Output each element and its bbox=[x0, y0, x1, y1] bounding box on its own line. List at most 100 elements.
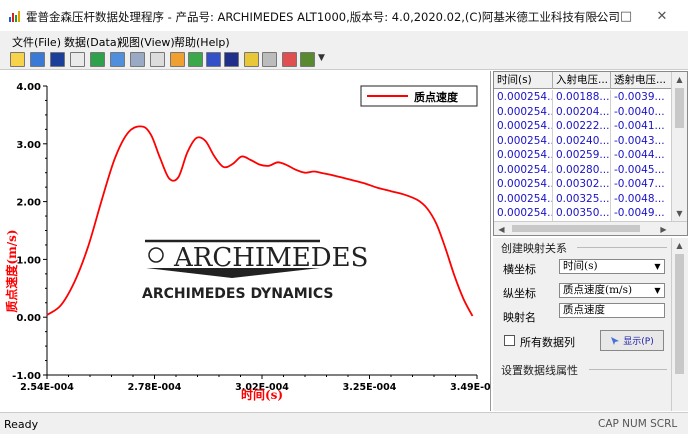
menu-help[interactable]: 帮助(Help) bbox=[174, 34, 230, 50]
import-icon[interactable] bbox=[90, 52, 105, 67]
table-cell[interactable]: 0.000254... bbox=[494, 162, 553, 177]
save-icon[interactable] bbox=[30, 52, 45, 67]
page-icon[interactable] bbox=[70, 52, 85, 67]
edit-icon[interactable] bbox=[282, 52, 297, 67]
table-cell[interactable]: 0.00204... bbox=[553, 104, 611, 119]
table-cell[interactable]: 0.00302... bbox=[553, 177, 611, 192]
table-row[interactable]: 0.000254... 0.00325... -0.0048... bbox=[494, 191, 672, 206]
column-header-time[interactable]: 时间(s) bbox=[494, 72, 553, 89]
table-row[interactable]: 0.000254... 0.00350... -0.0049... bbox=[494, 206, 672, 221]
scroll-thumb-horizontal[interactable] bbox=[512, 225, 640, 232]
table-cell[interactable]: 0.00325... bbox=[553, 191, 611, 206]
y-axis-select[interactable]: 质点速度(m/s) ▼ bbox=[559, 283, 665, 298]
app-chart-icon bbox=[8, 9, 22, 23]
table-cell[interactable]: 0.000254... bbox=[494, 191, 553, 206]
all-columns-label: 所有数据列 bbox=[520, 336, 575, 349]
menu-view[interactable]: 视图(View) bbox=[118, 34, 175, 50]
title-bar: 霍普金森压杆数据处理程序 - 产品号: ARCHIMEDES ALT1000,版… bbox=[0, 0, 688, 31]
chevron-down-icon[interactable]: ▼ bbox=[651, 284, 664, 297]
x-axis-select[interactable]: 时间(s) ▼ bbox=[559, 259, 665, 274]
scroll-up-icon[interactable]: ▲ bbox=[672, 238, 687, 252]
menu-data[interactable]: 数据(Data) bbox=[64, 34, 121, 50]
panel-vertical-scrollbar[interactable]: ▲ bbox=[671, 238, 687, 411]
maximize-icon[interactable]: □ bbox=[612, 6, 640, 26]
table-cell[interactable]: -0.0048... bbox=[611, 191, 672, 206]
watermark-company: ARCHIMEDES DYNAMICS bbox=[142, 286, 334, 302]
table-cell[interactable]: -0.0043... bbox=[611, 133, 672, 148]
table-cell[interactable]: 0.00222... bbox=[553, 119, 611, 134]
table-cell[interactable]: 0.00259... bbox=[553, 148, 611, 163]
status-text: Ready bbox=[4, 418, 39, 431]
table-row[interactable]: 0.000254... 0.00240... -0.0043... bbox=[494, 133, 672, 148]
table-row[interactable]: 0.000254... 0.00280... -0.0045... bbox=[494, 162, 672, 177]
scroll-down-icon[interactable]: ▼ bbox=[672, 206, 687, 220]
window-icon[interactable] bbox=[206, 52, 221, 67]
minimize-icon[interactable]: — bbox=[580, 6, 608, 26]
chart-axes: 4.00 3.00 2.00 1.00 0.00 -1.002.54E-004 2.78E-… bbox=[12, 82, 491, 393]
table-cell[interactable]: 0.000254... bbox=[494, 104, 553, 119]
grid-horizontal-scrollbar[interactable]: ◀ ▶ bbox=[494, 221, 687, 235]
table-cell[interactable]: -0.0039... bbox=[611, 90, 672, 105]
keyboard-indicators: CAP NUM SCRL bbox=[598, 418, 678, 430]
close-icon[interactable]: ✕ bbox=[648, 6, 676, 26]
table-cell[interactable]: 0.000254... bbox=[494, 206, 553, 221]
disk-icon[interactable] bbox=[50, 52, 65, 67]
legend-label: 质点速度 bbox=[414, 90, 459, 104]
table-icon[interactable] bbox=[110, 52, 125, 67]
table-row[interactable]: 0.000254... 0.00259... -0.0044... bbox=[494, 148, 672, 163]
column-header-incident-voltage[interactable]: 入射电压... bbox=[553, 72, 611, 89]
table-row[interactable]: 0.000254... 0.00204... -0.0040... bbox=[494, 104, 672, 119]
table-cell[interactable]: 0.00350... bbox=[553, 206, 611, 221]
grid-vertical-scrollbar[interactable]: ▲ ▼ bbox=[671, 72, 687, 222]
chart-icon[interactable] bbox=[130, 52, 145, 67]
scroll-thumb[interactable] bbox=[675, 254, 684, 374]
y-tick-label: -1.00 bbox=[12, 371, 41, 382]
table-cell[interactable]: 0.000254... bbox=[494, 90, 553, 105]
table-cell[interactable]: 0.00240... bbox=[553, 133, 611, 148]
table-cell[interactable]: -0.0040... bbox=[611, 104, 672, 119]
refresh-icon[interactable] bbox=[188, 52, 203, 67]
scroll-up-icon[interactable]: ▲ bbox=[672, 72, 687, 86]
mapping-name-input[interactable]: 质点速度 bbox=[559, 303, 665, 318]
show-button[interactable]: 显示(P) bbox=[600, 330, 664, 351]
data-grid[interactable]: 时间(s) 入射电压... 透射电压... 0.000254... 0.00188… bbox=[493, 71, 688, 236]
zoom-icon[interactable] bbox=[170, 52, 185, 67]
x-tick-label: 2.54E-004 bbox=[20, 382, 74, 393]
open-icon[interactable] bbox=[10, 52, 25, 67]
scroll-thumb[interactable] bbox=[675, 88, 684, 128]
dropdown-icon[interactable]: ▼ bbox=[318, 53, 325, 63]
plot-area: ARCHIMEDES ARCHIMEDES DYNAMICS 4.00 3.00 2… bbox=[0, 71, 491, 411]
table-cell[interactable]: 0.000254... bbox=[494, 148, 553, 163]
all-columns-checkbox[interactable] bbox=[504, 335, 515, 346]
chevron-down-icon[interactable]: ▼ bbox=[651, 260, 664, 273]
table-cell[interactable]: -0.0041... bbox=[611, 119, 672, 134]
x-axis-label: 时间(s) bbox=[241, 387, 283, 402]
table-cell[interactable]: -0.0045... bbox=[611, 162, 672, 177]
table-cell[interactable]: -0.0047... bbox=[611, 177, 672, 192]
print-icon[interactable] bbox=[262, 52, 277, 67]
column-header-transmitted-voltage[interactable]: 透射电压... bbox=[611, 72, 672, 89]
table-row[interactable]: 0.000254... 0.00302... -0.0047... bbox=[494, 177, 672, 192]
scroll-right-icon[interactable]: ▶ bbox=[656, 222, 671, 235]
table-cell[interactable]: -0.0044... bbox=[611, 148, 672, 163]
x-axis-select-value: 时间(s) bbox=[563, 260, 598, 272]
table-cell[interactable]: 0.000254... bbox=[494, 177, 553, 192]
table-cell[interactable]: -0.0049... bbox=[611, 206, 672, 221]
book-icon[interactable] bbox=[224, 52, 239, 67]
x-tick-label: 2.78E-004 bbox=[128, 382, 182, 393]
table-cell[interactable]: 0.000254... bbox=[494, 119, 553, 134]
grid-header: 时间(s) 入射电压... 透射电压... bbox=[494, 72, 672, 89]
table-cell[interactable]: 0.00188... bbox=[553, 90, 611, 105]
show-button-label: 显示(P) bbox=[623, 337, 654, 347]
color-icon[interactable] bbox=[300, 52, 315, 67]
grid-icon[interactable] bbox=[150, 52, 165, 67]
menu-file[interactable]: 文件(File) bbox=[12, 34, 61, 50]
scroll-left-icon[interactable]: ◀ bbox=[494, 222, 509, 235]
window-title: 霍普金森压杆数据处理程序 - 产品号: ARCHIMEDES ALT1000,版… bbox=[26, 10, 620, 24]
table-cell[interactable]: 0.00280... bbox=[553, 162, 611, 177]
table-cell[interactable]: 0.000254... bbox=[494, 133, 553, 148]
table-row[interactable]: 0.000254... 0.00188... -0.0039... bbox=[494, 90, 672, 105]
y-tick-label: 1.00 bbox=[16, 255, 41, 266]
help-icon[interactable] bbox=[244, 52, 259, 67]
table-row[interactable]: 0.000254... 0.00222... -0.0041... bbox=[494, 119, 672, 134]
